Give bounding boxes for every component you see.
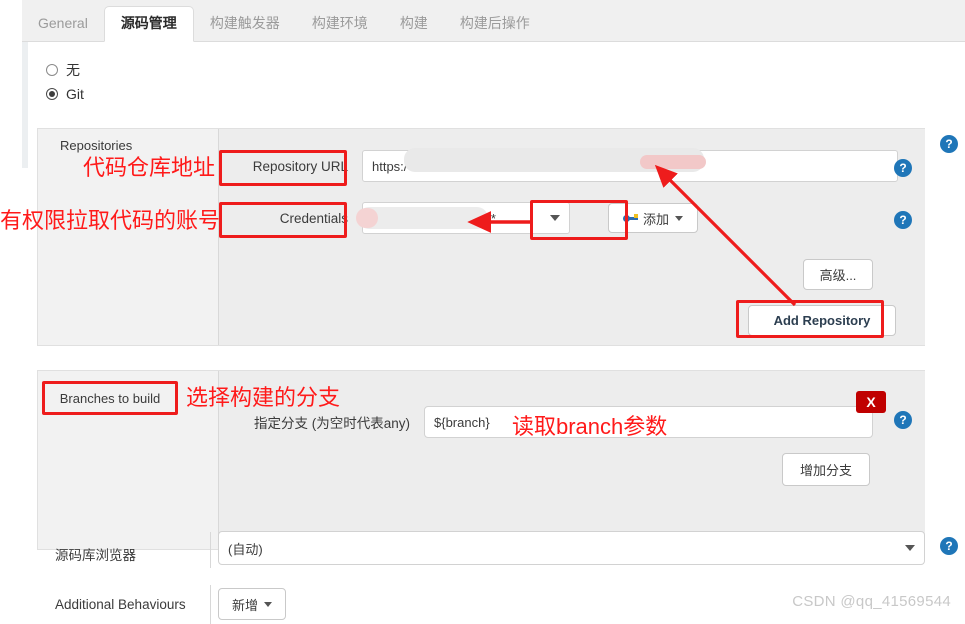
chevron-down-icon — [675, 215, 684, 221]
annotation-credentials-note: 有权限拉取代码的账号 — [0, 208, 221, 233]
branches-to-build-label: Branches to build — [45, 384, 175, 412]
scm-option-none[interactable]: 无 — [46, 60, 80, 80]
delete-branch-button[interactable]: X — [856, 391, 886, 413]
scm-option-none-label: 无 — [66, 62, 80, 78]
credentials-row: Credentials /****** 添加 — [234, 202, 699, 234]
help-icon-branches[interactable]: ? — [894, 411, 912, 429]
scm-left-accent-bar — [22, 42, 28, 168]
repo-browser-select[interactable]: (自动) — [218, 531, 925, 565]
credentials-value: /****** — [462, 210, 496, 226]
additional-behaviours-divider — [210, 585, 211, 624]
help-icon-repository-url[interactable]: ? — [894, 159, 912, 177]
help-icon-repositories[interactable]: ? — [940, 135, 958, 153]
tab-general[interactable]: General — [22, 6, 104, 41]
chevron-down-icon — [264, 601, 273, 607]
tab-build-triggers[interactable]: 构建触发器 — [194, 6, 296, 41]
help-icon-repo-browser[interactable]: ? — [940, 537, 958, 555]
add-behaviour-label: 新增 — [232, 597, 259, 613]
annotation-branch-param-note: 读取branch参数 — [512, 414, 668, 439]
tab-source-code-management[interactable]: 源码管理 — [103, 5, 194, 42]
tab-build-environment[interactable]: 构建环境 — [296, 6, 384, 41]
radio-git-icon[interactable] — [46, 88, 58, 100]
annotation-branches-note: 选择构建的分支 — [186, 385, 341, 410]
advanced-button[interactable]: 高级... — [803, 259, 873, 290]
repository-url-label: Repository URL — [252, 158, 348, 174]
key-icon — [623, 212, 639, 224]
credentials-label: Credentials — [279, 210, 348, 226]
credentials-select[interactable]: /****** — [362, 202, 570, 234]
add-credentials-label: 添加 — [643, 211, 670, 227]
add-repository-button[interactable]: Add Repository — [748, 305, 896, 336]
scm-option-git[interactable]: Git — [46, 86, 84, 102]
watermark: CSDN @qq_41569544 — [792, 593, 951, 610]
tab-build[interactable]: 构建 — [384, 6, 444, 41]
repository-url-row: Repository URL https:/ — [234, 150, 898, 182]
help-icon-credentials[interactable]: ? — [894, 211, 912, 229]
add-credentials-button[interactable]: 添加 — [608, 203, 699, 233]
scm-option-git-label: Git — [66, 86, 84, 102]
scm-panel: 无 Git Repositories Repository URL https:… — [22, 42, 965, 624]
jenkins-job-config-page: General 源码管理 构建触发器 构建环境 构建 构建后操作 无 Git R… — [0, 0, 965, 624]
additional-behaviours-label: Additional Behaviours — [55, 597, 186, 612]
annotation-repo-url-note: 代码仓库地址 — [83, 155, 216, 180]
tab-post-build-actions[interactable]: 构建后操作 — [444, 6, 546, 41]
repository-url-input[interactable]: https:/ — [362, 150, 898, 182]
repo-browser-value: (自动) — [228, 541, 263, 557]
repo-browser-divider — [210, 532, 211, 568]
repo-browser-label: 源码库浏览器 — [55, 548, 136, 563]
config-tab-bar: General 源码管理 构建触发器 构建环境 构建 构建后操作 — [22, 0, 965, 42]
radio-none-icon[interactable] — [46, 64, 58, 76]
chevron-down-icon — [550, 215, 560, 221]
chevron-down-icon — [905, 545, 915, 551]
branch-specifier-label: 指定分支 (为空时代表any) — [253, 416, 410, 431]
add-behaviour-button[interactable]: 新增 — [218, 588, 286, 620]
add-branch-button[interactable]: 增加分支 — [782, 453, 870, 486]
